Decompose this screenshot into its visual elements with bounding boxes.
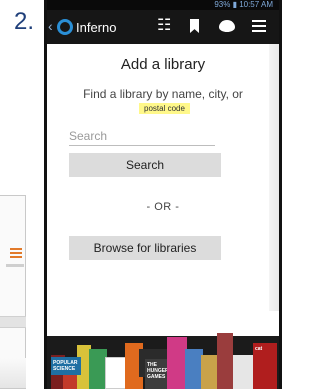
book-title: cat (255, 346, 263, 352)
tiny-text-line (6, 264, 24, 267)
book-cover: POPULAR SCIENCE (51, 357, 81, 375)
book-cover (167, 337, 187, 389)
gray-bar (0, 316, 26, 328)
search-input[interactable] (69, 126, 215, 146)
page-title: Add a library (120, 56, 206, 73)
browse-libraries-button[interactable]: Browse for libraries (69, 236, 221, 260)
bottom-shadow (0, 358, 26, 388)
app-logo-icon (57, 19, 73, 35)
or-divider: - OR - (146, 201, 180, 213)
app-title: Inferno (76, 20, 117, 35)
phone-screen: 93% ▮ 10:57 AM ‹ Inferno ☷ Add a library… (44, 0, 282, 389)
menu-icon (10, 248, 22, 258)
search-button[interactable]: Search (69, 153, 221, 177)
instructions-text: Find a library by name, city, or (83, 87, 243, 101)
filter-icon[interactable]: ☷ (157, 17, 171, 35)
app-toolbar: ‹ Inferno ☷ (47, 10, 279, 44)
step-number: 2. (14, 8, 35, 35)
background-page-edge (269, 44, 279, 344)
menu-icon[interactable] (252, 17, 266, 37)
back-icon[interactable]: ‹ (48, 18, 53, 34)
previous-step-screenshot (0, 195, 26, 389)
book-cover: THE HUNGER GAMES (145, 359, 169, 389)
status-bar: 93% ▮ 10:57 AM (47, 0, 279, 10)
postal-code-hint: postal code (139, 103, 190, 114)
book-cover: cat (253, 343, 277, 389)
bookmark-icon[interactable] (190, 17, 199, 38)
book-title: POPULAR SCIENCE (53, 360, 78, 372)
chat-icon[interactable] (219, 17, 235, 37)
book-covers-banner: POPULAR SCIENCE THE HUNGER GAMES cat (47, 311, 279, 389)
book-cover (217, 333, 233, 389)
book-title: THE HUNGER GAMES (147, 362, 169, 380)
book-cover (233, 355, 255, 389)
book-cover (105, 357, 127, 389)
